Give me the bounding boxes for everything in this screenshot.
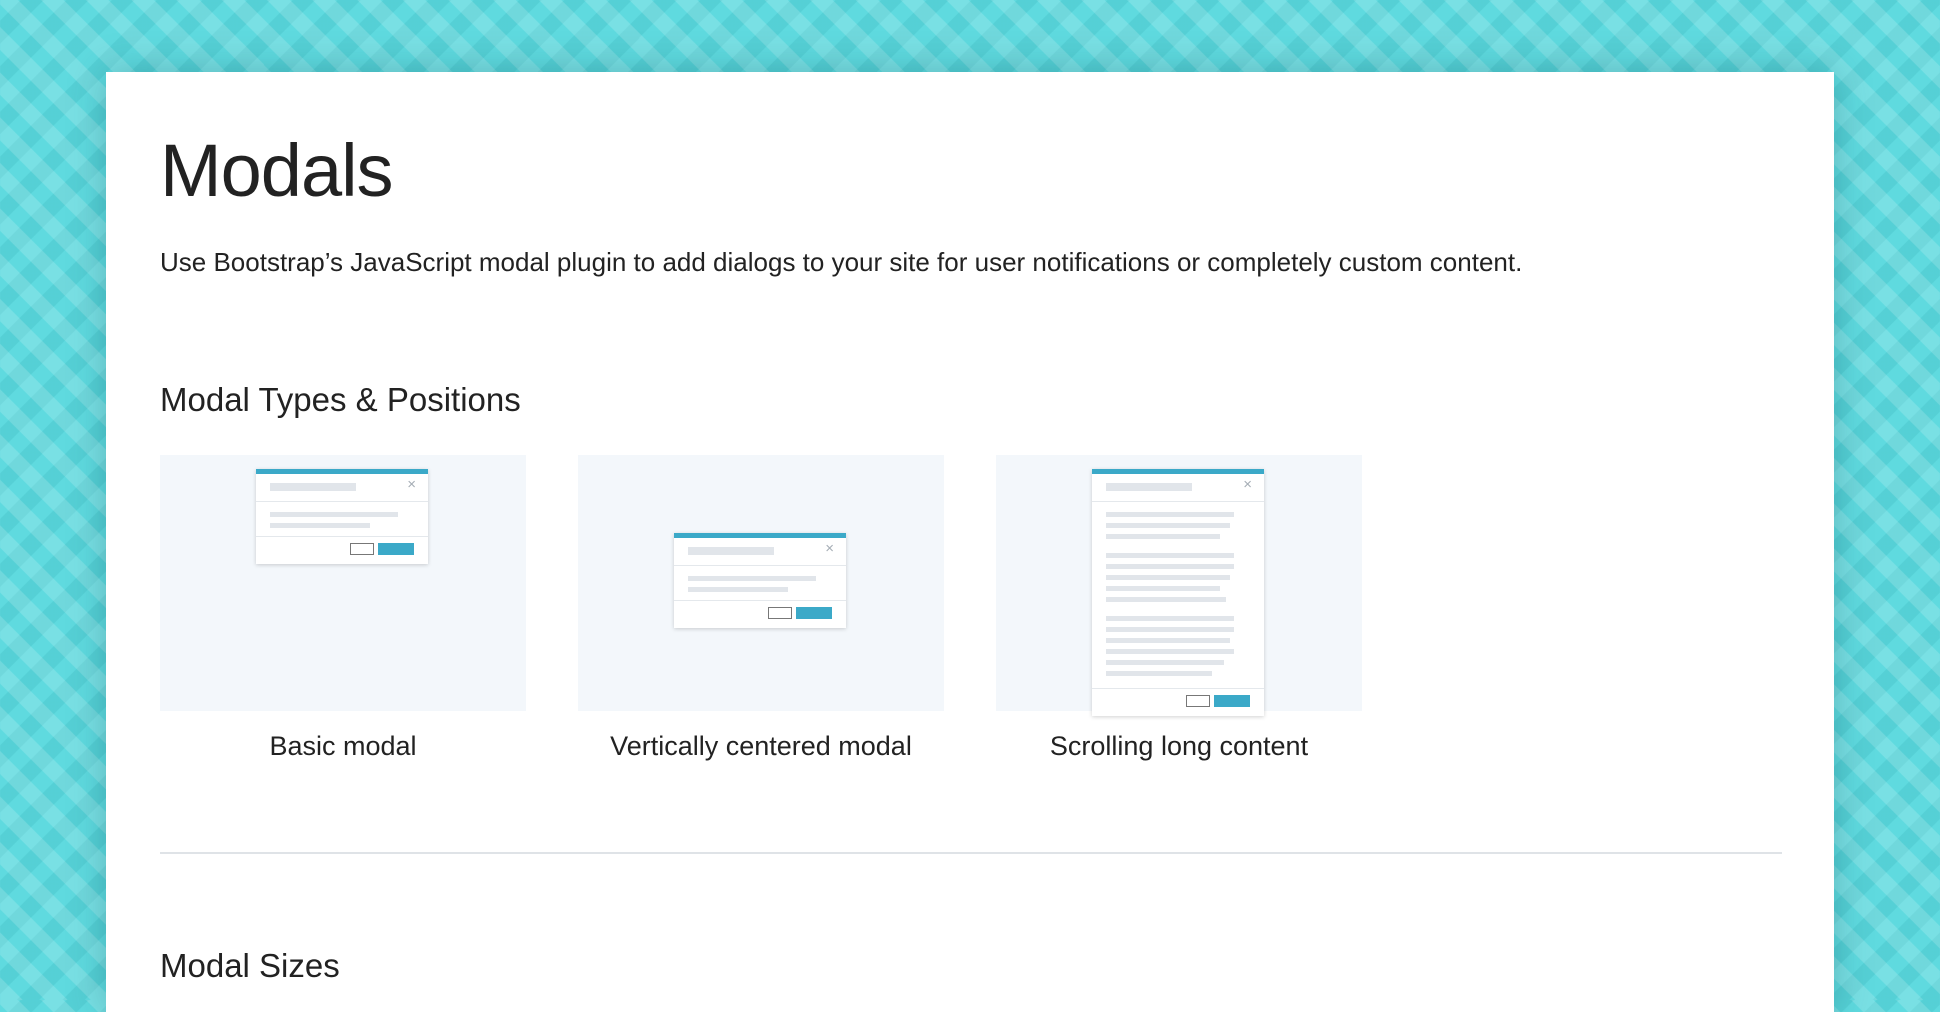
modal-preview: × — [674, 533, 846, 628]
modal-preview-footer — [256, 536, 428, 564]
modal-type-tiles: × Basic modal × Vertically centered moda… — [160, 455, 1460, 795]
modal-preview: × — [256, 469, 428, 564]
modal-preview-body — [1092, 502, 1264, 688]
tile-label: Scrolling long content — [1049, 731, 1309, 761]
modal-preview-header: × — [256, 474, 428, 502]
tile-thumbnail: × — [578, 455, 944, 711]
page-description: Use Bootstrap’s JavaScript modal plugin … — [160, 247, 1523, 277]
modal-preview-title-bar — [1106, 483, 1192, 491]
tile-scrolling-long-content[interactable]: × Scrolling long content — [996, 455, 1362, 762]
section-heading-sizes: Modal Sizes — [160, 947, 340, 984]
content-card: Modals Use Bootstrap’s JavaScript modal … — [106, 72, 1834, 1012]
modal-preview-secondary-button — [768, 607, 792, 619]
modal-preview-primary-button — [1214, 695, 1250, 707]
close-icon: × — [1243, 476, 1252, 493]
tile-basic-modal[interactable]: × Basic modal — [160, 455, 526, 762]
modal-preview-header: × — [1092, 474, 1264, 502]
modal-preview-body — [256, 502, 428, 536]
section-heading-types: Modal Types & Positions — [160, 381, 521, 418]
page-title: Modals — [160, 129, 394, 212]
modal-preview-header: × — [674, 538, 846, 566]
modal-preview-title-bar — [688, 547, 774, 555]
close-icon: × — [407, 476, 416, 493]
modal-preview-primary-button — [796, 607, 832, 619]
modal-preview-title-bar — [270, 483, 356, 491]
tile-label: Basic modal — [269, 731, 417, 761]
close-icon: × — [825, 540, 834, 557]
tile-thumbnail: × — [160, 455, 526, 711]
modal-preview-secondary-button — [350, 543, 374, 555]
tile-thumbnail: × — [996, 455, 1362, 716]
modal-preview-footer — [674, 600, 846, 628]
tile-label: Vertically centered modal — [610, 731, 912, 761]
modal-preview-body — [674, 566, 846, 600]
modal-preview-secondary-button — [1186, 695, 1210, 707]
modal-preview-footer — [1092, 688, 1264, 716]
modal-preview: × — [1092, 469, 1264, 716]
modal-preview-primary-button — [378, 543, 414, 555]
section-divider — [160, 852, 1782, 854]
tile-vertically-centered-modal[interactable]: × Vertically centered modal — [578, 455, 944, 762]
